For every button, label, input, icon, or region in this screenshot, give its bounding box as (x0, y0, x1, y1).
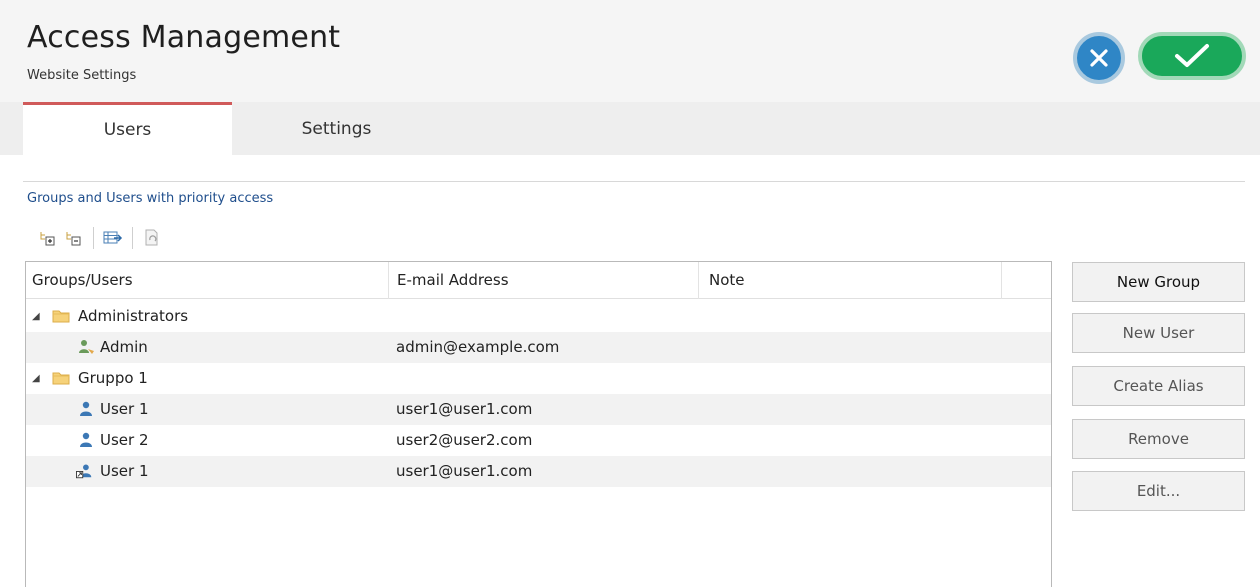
export-icon (103, 231, 123, 244)
toolbar-separator (93, 227, 94, 249)
toolbar-separator (132, 227, 133, 249)
tab-users[interactable]: Users (23, 102, 232, 155)
user-email: user1@user1.com (396, 462, 533, 480)
expand-all-icon (40, 232, 55, 246)
expand-all-button[interactable] (37, 227, 59, 249)
tree-user-row[interactable]: Admin admin@example.com (26, 332, 1051, 363)
folder-icon (52, 310, 70, 323)
confirm-button[interactable] (1138, 32, 1246, 80)
new-user-button[interactable]: New User (1072, 313, 1245, 353)
tab-settings[interactable]: Settings (232, 102, 441, 155)
remove-button[interactable]: Remove (1072, 419, 1245, 459)
column-header-groups-users[interactable]: Groups/Users (26, 262, 389, 299)
user-name: User 2 (100, 431, 149, 449)
users-grid[interactable]: Groups/Users E-mail Address Note ◢ Admin… (25, 261, 1052, 587)
alias-user-icon (76, 464, 92, 479)
page-title: Access Management (27, 20, 341, 55)
tree-user-row[interactable]: User 1 user1@user1.com (26, 394, 1051, 425)
tree-group-row[interactable]: ◢ Gruppo 1 (26, 363, 1051, 394)
new-group-button[interactable]: New Group (1072, 262, 1245, 302)
folder-icon (52, 372, 70, 385)
user-icon (80, 432, 92, 447)
collapse-toggle-icon[interactable]: ◢ (32, 363, 40, 394)
tree-alias-row[interactable]: User 1 user1@user1.com (26, 456, 1051, 487)
user-name: Admin (100, 338, 148, 356)
column-header-email[interactable]: E-mail Address (389, 262, 699, 299)
user-email: user1@user1.com (396, 400, 533, 418)
section-label: Groups and Users with priority access (27, 191, 274, 206)
refresh-icon (145, 229, 158, 246)
create-alias-button[interactable]: Create Alias (1072, 366, 1245, 406)
group-name: Administrators (78, 307, 189, 325)
header: Access Management Website Settings (0, 0, 1260, 102)
checkmark-icon (1175, 44, 1209, 67)
edit-button[interactable]: Edit... (1072, 471, 1245, 511)
collapse-all-icon (66, 232, 81, 246)
group-name: Gruppo 1 (78, 369, 148, 387)
grid-header: Groups/Users E-mail Address Note (26, 262, 1051, 299)
page-subtitle: Website Settings (27, 68, 137, 83)
user-name: User 1 (100, 462, 149, 480)
tree-user-row[interactable]: User 2 user2@user2.com (26, 425, 1051, 456)
user-email: user2@user2.com (396, 431, 533, 449)
cancel-button[interactable] (1073, 32, 1125, 84)
user-email: admin@example.com (396, 338, 560, 356)
column-header-note[interactable]: Note (699, 262, 1002, 299)
user-name: User 1 (100, 400, 149, 418)
user-icon (80, 401, 92, 416)
refresh-button[interactable] (141, 227, 163, 249)
section-divider (23, 181, 1245, 182)
tab-bar: Users Settings (0, 102, 1260, 155)
grid-toolbar (37, 226, 167, 250)
export-button[interactable] (102, 227, 124, 249)
tree-group-row[interactable]: ◢ Administrators (26, 301, 1051, 332)
collapse-all-button[interactable] (63, 227, 85, 249)
admin-user-icon (79, 340, 94, 354)
collapse-toggle-icon[interactable]: ◢ (32, 301, 40, 332)
close-icon (1090, 49, 1108, 67)
